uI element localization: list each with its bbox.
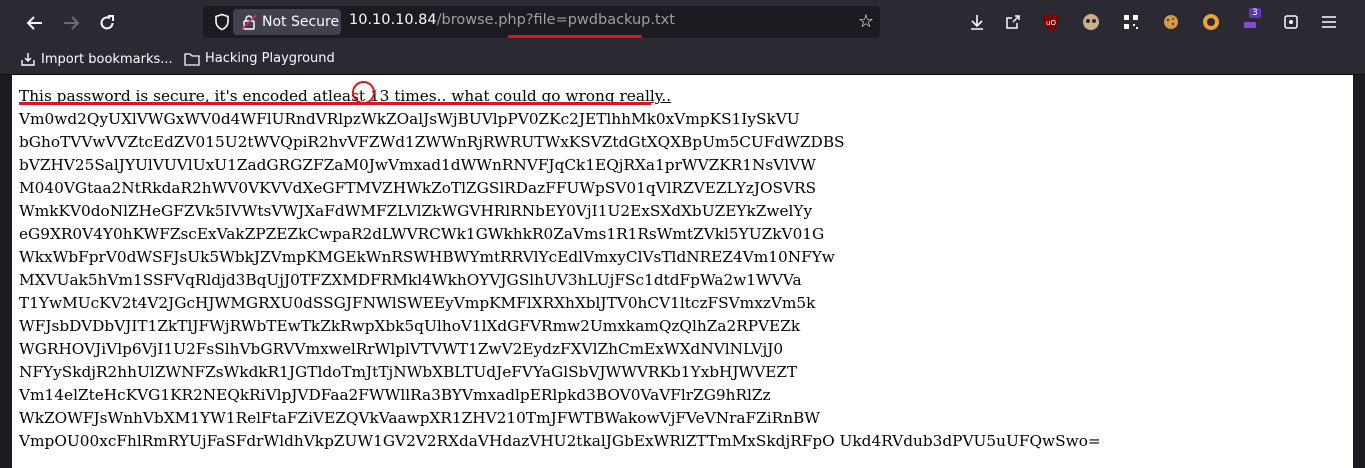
bookmarks-toolbar: Import bookmarks... Hacking Playground	[0, 45, 1365, 75]
address-bar[interactable]: Not Secure 10.10.10.84/browse.php?file=p…	[203, 6, 880, 38]
reload-icon	[100, 15, 114, 30]
encoded-line: Vm0wd2QyUXlVWGxWV0d4WFlURndVRlpzWkZOalJs…	[19, 110, 800, 128]
browser-toolbar: Not Secure 10.10.10.84/browse.php?file=p…	[0, 0, 1365, 45]
extension-badge-count: 3	[1249, 8, 1261, 18]
tracking-shield-icon[interactable]	[213, 13, 231, 31]
bookmark-import[interactable]: Import bookmarks...	[20, 51, 173, 67]
bookmark-hacking-playground-label: Hacking Playground	[205, 51, 335, 66]
annotation-circle	[352, 81, 375, 104]
cookie-icon[interactable]	[1160, 11, 1182, 33]
page-content: This password is secure, it's encoded at…	[12, 75, 1353, 468]
url-path: /browse.php?	[436, 12, 534, 28]
ublock-origin-icon[interactable]: uO	[1040, 11, 1062, 33]
qr-code-icon[interactable]	[1120, 11, 1142, 33]
page-right-gutter	[1353, 75, 1365, 468]
extensions-puzzle-icon[interactable]	[1280, 11, 1302, 33]
encoded-line: M040VGtaa2NtRkdaR2hWV0VKVVdXeGFTMVZHWkZo…	[19, 179, 817, 197]
foxyproxy-icon[interactable]	[1200, 11, 1222, 33]
url-text[interactable]: 10.10.10.84/browse.php?file=pwdbackup.tx…	[349, 12, 675, 28]
url-annotation-underline	[508, 35, 642, 38]
forward-arrow-icon	[64, 16, 80, 30]
import-icon	[21, 53, 35, 66]
reload-button[interactable]	[91, 8, 123, 38]
svg-text:uO: uO	[1046, 19, 1056, 27]
back-arrow-icon	[26, 16, 42, 30]
bookmark-hacking-playground[interactable]: Hacking Playground	[184, 51, 335, 66]
page-left-gutter	[0, 75, 12, 468]
security-label: Not Secure	[262, 14, 340, 30]
encoded-line: Vm14elZteHcKVG1KR2NEQkRiVlpJVDFaa2FWWllR…	[19, 386, 771, 404]
encoded-line: WkxWbFprV0dWSFJsUk5WbkJZVmpKMGEkWnRSWHBW…	[19, 248, 835, 266]
encoded-line: eG9XR0V4Y0hKWFZscExVakZPZEZkCwpaR2dLWVRC…	[19, 225, 825, 243]
headline-annotation-underline	[19, 102, 651, 105]
encoded-line: NFYySkdjR2hhUlZWNFZsWkdkR1JGTldoTmJtTjNW…	[19, 363, 798, 381]
password-text: This password is secure, it's encoded at…	[19, 85, 1101, 453]
url-host: 10.10.10.84	[349, 12, 437, 28]
encoded-line: MXVUak5hVm1SSFVqRldjd3BqUjJ0TFZXMDFRMkl4…	[19, 271, 802, 289]
folder-icon	[184, 52, 200, 66]
bookmark-import-label: Import bookmarks...	[41, 51, 173, 67]
encoded-line: T1YwMUcKV2t4V2JGcHJWMGRXU0dSSGJFNWlSWEEy…	[19, 294, 816, 312]
bookmark-star-icon[interactable]: ☆	[858, 11, 874, 32]
encoded-line: WFJsbDVDbVJIT1ZkTlJFWjRWbTEwTkZkRwpXbk5q…	[19, 317, 801, 335]
encoded-line: VmpOU00xcFhlRmRYUjFaSFdrWldhVkpZUW1GV2V2…	[19, 432, 1101, 450]
extension-avatar-icon[interactable]	[1080, 11, 1102, 33]
back-button[interactable]	[19, 8, 51, 38]
menu-icon[interactable]	[1318, 11, 1340, 33]
site-security-button[interactable]: Not Secure	[233, 9, 341, 35]
forward-button[interactable]	[55, 8, 87, 38]
encoded-line: bGhoTVVwVVZtcEdZV015U2tWVQpiR2hvVFZWd1ZW…	[19, 133, 845, 151]
downloads-icon[interactable]	[966, 11, 988, 33]
extension-badge-icon[interactable]: 3	[1240, 8, 1262, 33]
encoded-line: WkZOWFJsWnhVbXM1YW1RelFtaFZiVEZQVkVaawpX…	[19, 409, 821, 427]
insecure-lock-icon	[241, 14, 257, 30]
encoded-line: WGRHOVJiVlp6VjI1U2FsSlhVbGRVVmxwelRrWlpl…	[19, 340, 784, 358]
encoded-line: bVZHV25SalJYUlVUVlUxU1ZadGRGZFZaM0JwVmxa…	[19, 156, 816, 174]
share-icon[interactable]	[1002, 11, 1024, 33]
url-query: file=pwdbackup.txt	[533, 12, 675, 28]
encoded-line: WmkKV0doNlZHeGFZVk5IVWtsVWJXaFdWMFZLVlZk…	[19, 202, 813, 220]
